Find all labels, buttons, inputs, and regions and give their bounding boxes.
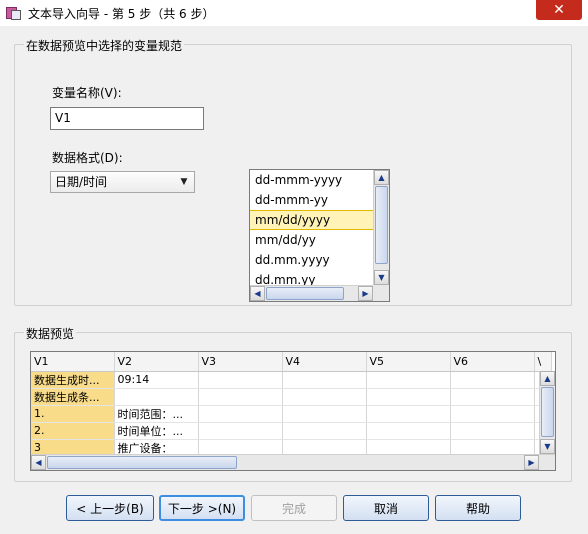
preview-horizontal-scrollbar[interactable]: ◀ ▶ — [31, 454, 555, 470]
table-cell[interactable]: 时间单位：... — [114, 422, 199, 440]
format-item[interactable]: dd.mm.yy — [250, 270, 373, 285]
table-row: 数据生成条... — [31, 388, 552, 406]
date-format-listbox[interactable]: dd-mmm-yyyy dd-mmm-yy mm/dd/yyyy mm/dd/y… — [249, 169, 390, 302]
scroll-thumb[interactable] — [375, 186, 388, 264]
table-cell[interactable] — [282, 405, 367, 423]
scroll-left-icon[interactable]: ◀ — [31, 455, 46, 470]
grid-header-row: V1 V2 V3 V4 V5 V6 \ — [31, 352, 552, 372]
chevron-down-icon: ▼ — [180, 177, 188, 187]
table-cell[interactable] — [198, 405, 283, 423]
scroll-thumb[interactable] — [266, 287, 344, 300]
column-header[interactable]: V6 — [450, 352, 535, 372]
scroll-thumb[interactable] — [541, 387, 554, 437]
text-import-wizard-window: 文本导入向导 - 第 5 步（共 6 步） ✕ 在数据预览中选择的变量规范 变量… — [0, 0, 588, 534]
scroll-right-icon[interactable]: ▶ — [524, 455, 539, 470]
data-format-value: 日期/时间 — [55, 175, 108, 189]
column-header[interactable]: V5 — [366, 352, 451, 372]
table-row: 数据生成时... 09:14 — [31, 371, 552, 389]
table-cell[interactable]: 2. — [31, 422, 115, 440]
table-cell[interactable] — [282, 388, 367, 406]
table-cell[interactable] — [114, 388, 199, 406]
spss-app-icon — [6, 5, 22, 21]
scroll-down-icon[interactable]: ▼ — [540, 439, 555, 454]
table-cell[interactable] — [366, 405, 451, 423]
column-header[interactable]: V2 — [114, 352, 199, 372]
table-cell[interactable] — [366, 371, 451, 389]
scroll-up-icon[interactable]: ▲ — [540, 371, 555, 386]
column-header[interactable]: V1 — [31, 352, 115, 372]
scroll-down-icon[interactable]: ▼ — [374, 270, 389, 285]
table-cell[interactable] — [450, 405, 535, 423]
table-cell[interactable]: 数据生成时... — [31, 371, 115, 389]
back-button[interactable]: < 上一步(B) — [66, 495, 154, 521]
data-preview-group-label: 数据预览 — [24, 325, 77, 342]
table-cell[interactable] — [282, 422, 367, 440]
table-cell[interactable]: 时间范围：... — [114, 405, 199, 423]
table-cell[interactable] — [450, 422, 535, 440]
format-item[interactable]: dd-mmm-yy — [250, 190, 373, 210]
table-cell[interactable] — [198, 371, 283, 389]
variable-spec-group-label: 在数据预览中选择的变量规范 — [24, 37, 185, 54]
variable-name-value: V1 — [55, 111, 71, 125]
preview-vertical-scrollbar[interactable]: ▲ ▼ — [539, 371, 555, 454]
scroll-right-icon[interactable]: ▶ — [358, 286, 373, 301]
table-row: 2. 时间单位：... — [31, 422, 552, 440]
format-list-horizontal-scrollbar[interactable]: ◀ ▶ — [250, 285, 373, 301]
format-item[interactable]: mm/dd/yy — [250, 230, 373, 250]
window-title: 文本导入向导 - 第 5 步（共 6 步） — [28, 6, 215, 21]
table-cell[interactable] — [450, 388, 535, 406]
table-cell[interactable] — [198, 388, 283, 406]
finish-button[interactable]: 完成 — [251, 495, 337, 521]
date-format-items: dd-mmm-yyyy dd-mmm-yy mm/dd/yyyy mm/dd/y… — [250, 170, 373, 285]
table-row: 1. 时间范围：... — [31, 405, 552, 423]
data-format-dropdown[interactable]: 日期/时间 ▼ — [50, 171, 195, 193]
table-cell[interactable]: 1. — [31, 405, 115, 423]
variable-name-input[interactable]: V1 — [50, 107, 204, 130]
format-list-vertical-scrollbar[interactable]: ▲ ▼ — [373, 170, 389, 285]
column-header[interactable]: \ — [534, 352, 552, 372]
column-header[interactable]: V4 — [282, 352, 367, 372]
scroll-up-icon[interactable]: ▲ — [374, 170, 389, 185]
format-item[interactable]: dd-mmm-yyyy — [250, 170, 373, 190]
title-bar[interactable]: 文本导入向导 - 第 5 步（共 6 步） ✕ — [0, 0, 588, 26]
data-format-label: 数据格式(D): — [52, 151, 123, 165]
table-cell[interactable] — [198, 422, 283, 440]
next-button[interactable]: 下一步 >(N) — [159, 495, 245, 521]
help-button[interactable]: 帮助 — [435, 495, 521, 521]
table-cell[interactable]: 09:14 — [114, 371, 199, 389]
scroll-left-icon[interactable]: ◀ — [250, 286, 265, 301]
table-cell[interactable]: 数据生成条... — [31, 388, 115, 406]
cancel-button[interactable]: 取消 — [343, 495, 429, 521]
format-item-selected[interactable]: mm/dd/yyyy — [250, 210, 373, 230]
data-preview-grid[interactable]: V1 V2 V3 V4 V5 V6 \ 数据生成时... 09:14 数据生成条… — [30, 351, 556, 471]
table-cell[interactable] — [450, 371, 535, 389]
column-header[interactable]: V3 — [198, 352, 283, 372]
close-icon: ✕ — [553, 2, 565, 18]
variable-name-label: 变量名称(V): — [52, 86, 122, 100]
table-cell[interactable] — [366, 422, 451, 440]
table-cell[interactable] — [366, 388, 451, 406]
scroll-thumb[interactable] — [47, 456, 237, 469]
table-cell[interactable] — [282, 371, 367, 389]
scrollbar-corner — [373, 285, 389, 301]
close-button[interactable]: ✕ — [536, 0, 582, 20]
format-item[interactable]: dd.mm.yyyy — [250, 250, 373, 270]
